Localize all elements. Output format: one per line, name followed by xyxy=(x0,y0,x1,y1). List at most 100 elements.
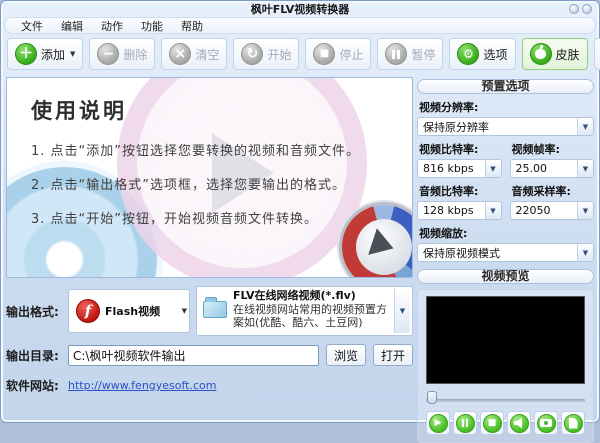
format-select[interactable]: f Flash视频 ▼ xyxy=(68,289,190,333)
website-label: 软件网站: xyxy=(6,379,59,393)
chevron-down-icon[interactable]: ▼ xyxy=(484,202,501,219)
browse-button[interactable]: 浏览 xyxy=(326,344,366,366)
preset-description: 在线视频网站常用的视频预置方案如(优酷、酷六、土豆网) xyxy=(233,303,387,329)
resolution-label: 视频分辨率: xyxy=(419,101,479,114)
start-button[interactable]: ↻ 开始 xyxy=(233,38,300,70)
video-bitrate-value: 816 kbps xyxy=(423,162,474,175)
instruction-step-3: 3. 点击“开始”按钮，开始视频音频文件转换。 xyxy=(31,212,319,227)
flash-icon: f xyxy=(76,299,100,323)
instruction-step-2: 2. 点击“输出格式”选项框，选择您要输出的格式。 xyxy=(31,178,347,193)
chevron-down-icon: ▼ xyxy=(70,50,76,58)
pause-icon xyxy=(455,413,475,433)
app-window: 枫叶FLV视频转换器 文件 编辑 动作 功能 帮助 ＋ 添加 ▼ − 删除 × … xyxy=(0,0,600,443)
preview-open-file-button[interactable] xyxy=(561,411,585,435)
add-button[interactable]: ＋ 添加 ▼ xyxy=(7,38,84,70)
sample-rate-value: 22050 xyxy=(515,204,551,217)
format-select-value: Flash视频 xyxy=(105,305,161,318)
title-bar: 枫叶FLV视频转换器 xyxy=(1,1,599,17)
delete-button[interactable]: − 删除 xyxy=(89,38,156,70)
video-bitrate-label: 视频比特率: xyxy=(419,143,479,156)
chevron-down-icon[interactable]: ▼ xyxy=(577,244,593,261)
preview-snapshot-button[interactable] xyxy=(534,411,558,435)
output-directory-label: 输出目录: xyxy=(6,348,59,363)
menu-bar: 文件 编辑 动作 功能 帮助 xyxy=(4,17,596,34)
video-bitrate-select[interactable]: 816 kbps ▼ xyxy=(417,159,502,178)
framerate-select[interactable]: 25.00 ▼ xyxy=(509,159,594,178)
preview-play-button[interactable]: ▶ xyxy=(426,411,450,435)
chevron-down-icon[interactable]: ▼ xyxy=(577,118,593,135)
chevron-down-icon[interactable]: ▼ xyxy=(577,202,593,219)
preset-text: FLV在线网络视频(*.flv) 在线视频网站常用的视频预置方案如(优酷、酷六、… xyxy=(233,289,388,329)
instructions-title: 使用说明 xyxy=(31,99,127,123)
toolbar: ＋ 添加 ▼ − 删除 × 清空 ↻ 开始 ■ 停止 暂停 ⚙ 选项 皮肤 xyxy=(1,34,600,75)
preview-pause-button[interactable] xyxy=(453,411,477,435)
play-icon: ▶ xyxy=(428,413,448,433)
video-zoom-select[interactable]: 保持原视频模式 ▼ xyxy=(417,243,594,262)
video-screen xyxy=(426,296,585,384)
video-bitrate-group: 视频比特率: 816 kbps ▼ xyxy=(417,136,502,178)
clear-icon: × xyxy=(169,43,192,65)
framerate-value: 25.00 xyxy=(515,162,548,175)
bitrate-framerate-row: 视频比特率: 816 kbps ▼ 视频帧率: 25.00 ▼ xyxy=(417,136,594,178)
menu-file[interactable]: 文件 xyxy=(13,17,51,35)
instructions-panel: 使用说明 1. 点击“添加”按钮选择您要转换的视频和音频文件。 2. 点击“输出… xyxy=(6,77,413,278)
close-button[interactable] xyxy=(582,4,592,14)
content-area: 使用说明 1. 点击“添加”按钮选择您要转换的视频和音频文件。 2. 点击“输出… xyxy=(1,75,599,443)
pause-button[interactable]: 暂停 xyxy=(377,38,444,70)
website-link[interactable]: http://www.fengyesoft.com xyxy=(68,379,217,392)
chevron-down-icon: ▼ xyxy=(181,307,187,315)
options-button[interactable]: ⚙ 选项 xyxy=(449,38,516,70)
output-format-row: 输出格式: f Flash视频 ▼ FLV在线网络视频(*.flv) 在线视频网… xyxy=(6,286,413,336)
seek-thumb[interactable] xyxy=(427,391,437,404)
audio-bitrate-group: 音频比特率: 128 kbps ▼ xyxy=(417,178,502,220)
minimize-button[interactable] xyxy=(569,4,579,14)
stop-button[interactable]: ■ 停止 xyxy=(305,38,372,70)
pause-icon xyxy=(385,43,408,65)
start-button-label: 开始 xyxy=(267,47,292,62)
sample-rate-label: 音频采样率: xyxy=(511,185,571,198)
minus-icon: − xyxy=(97,43,120,65)
preview-controls: ▶ ■ xyxy=(426,411,585,435)
video-zoom-value: 保持原视频模式 xyxy=(423,246,500,260)
preset-select[interactable]: FLV在线网络视频(*.flv) 在线视频网站常用的视频预置方案如(优酷、酷六、… xyxy=(196,286,413,336)
menu-edit[interactable]: 编辑 xyxy=(53,17,91,35)
preview-volume-button[interactable] xyxy=(507,411,531,435)
audio-bitrate-label: 音频比特率: xyxy=(419,185,479,198)
window-title: 枫叶FLV视频转换器 xyxy=(250,3,350,16)
left-column: 使用说明 1. 点击“添加”按钮选择您要转换的视频和音频文件。 2. 点击“输出… xyxy=(6,77,413,443)
chevron-down-icon[interactable]: ▼ xyxy=(484,160,501,177)
chevron-down-icon[interactable]: ▼ xyxy=(577,160,593,177)
audio-bitrate-select[interactable]: 128 kbps ▼ xyxy=(417,201,502,220)
audio-bitrate-value: 128 kbps xyxy=(423,204,474,217)
sample-rate-group: 音频采样率: 22050 ▼ xyxy=(509,178,594,220)
sample-rate-select[interactable]: 22050 ▼ xyxy=(509,201,594,220)
video-preview-panel: ▶ ■ xyxy=(417,289,594,443)
camera-icon xyxy=(536,413,556,433)
open-button[interactable]: 打开 xyxy=(373,344,413,366)
resolution-value: 保持原分辨率 xyxy=(423,120,489,134)
menu-action[interactable]: 动作 xyxy=(93,17,131,35)
framerate-label: 视频帧率: xyxy=(511,143,560,156)
menu-function[interactable]: 功能 xyxy=(133,17,171,35)
clear-button[interactable]: × 清空 xyxy=(161,38,228,70)
apple-icon xyxy=(529,43,552,65)
volume-icon xyxy=(509,413,529,433)
start-icon: ↻ xyxy=(241,43,264,65)
file-icon xyxy=(563,413,583,433)
buy-button[interactable]: 购买 xyxy=(593,38,600,70)
skin-button[interactable]: 皮肤 xyxy=(521,38,588,70)
menu-help[interactable]: 帮助 xyxy=(173,17,211,35)
seek-bar[interactable] xyxy=(426,390,585,406)
video-preview-header: 视频预览 xyxy=(417,269,594,284)
window-controls xyxy=(569,4,592,14)
stop-icon: ■ xyxy=(313,43,336,65)
chevron-down-icon[interactable]: ▼ xyxy=(394,289,410,333)
seek-track[interactable] xyxy=(426,399,585,402)
preview-stop-button[interactable]: ■ xyxy=(480,411,504,435)
resolution-select[interactable]: 保持原分辨率 ▼ xyxy=(417,117,594,136)
output-directory-row: 输出目录: 浏览 打开 xyxy=(6,344,413,366)
video-zoom-label: 视频缩放: xyxy=(419,227,468,240)
delete-button-label: 删除 xyxy=(123,47,148,62)
output-directory-input[interactable] xyxy=(68,344,319,366)
folder-icon xyxy=(203,297,227,318)
